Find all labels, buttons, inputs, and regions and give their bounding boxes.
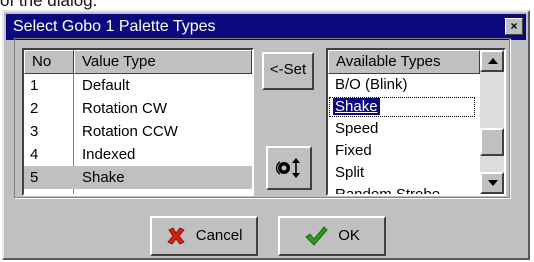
table-row[interactable]: 1 Default [24, 74, 252, 97]
column-header-value-type[interactable]: Value Type [74, 50, 252, 74]
dialog-title: Select Gobo 1 Palette Types [13, 18, 216, 35]
red-x-icon [166, 227, 185, 245]
swap-order-icon [275, 158, 300, 178]
list-item-highlighted[interactable]: Shake [328, 96, 476, 118]
row-value-type: Shake [82, 169, 125, 186]
ok-button[interactable]: OK [278, 216, 386, 256]
set-button-label: <-Set [269, 61, 307, 78]
title-bar[interactable]: Select Gobo 1 Palette Types × [6, 14, 526, 40]
list-item[interactable]: Random Strobe [328, 184, 476, 194]
scroll-thumb[interactable] [480, 128, 504, 156]
table-row[interactable]: 3 Rotation CCW [24, 120, 252, 143]
available-types-list[interactable]: Available Types B/O (Blink) Shake Speed … [326, 48, 506, 196]
row-number: 5 [30, 169, 39, 186]
vertical-scrollbar[interactable] [480, 50, 504, 194]
scroll-up-button[interactable] [480, 50, 504, 72]
value-types-list[interactable]: No Value Type 1 Default 2 Rotation CW 3 … [22, 48, 254, 196]
row-number: 3 [30, 123, 39, 140]
green-check-icon [305, 226, 328, 246]
row-number: 1 [30, 77, 39, 94]
column-header-no[interactable]: No [24, 50, 74, 74]
background-caption: of the dialog. [0, 0, 534, 10]
list-item[interactable]: B/O (Blink) [328, 74, 476, 96]
table-row[interactable]: 4 Indexed [24, 143, 252, 166]
row-value-type: Rotation CW [82, 100, 168, 117]
close-button[interactable]: × [505, 18, 523, 35]
row-value-type: Rotation CCW [82, 123, 178, 140]
row-value-type: Indexed [82, 146, 136, 163]
table-row-selected[interactable]: 5 Shake [24, 166, 252, 189]
cancel-button[interactable]: Cancel [150, 216, 258, 256]
row-number: 4 [30, 146, 39, 163]
cancel-button-label: Cancel [195, 227, 243, 245]
row-value-type: Default [82, 77, 130, 94]
list-item[interactable]: Split [328, 162, 476, 184]
scroll-down-button[interactable] [480, 172, 504, 194]
scroll-up-arrow-icon [488, 58, 498, 64]
list-item[interactable]: Speed [328, 118, 476, 140]
scroll-down-arrow-icon [488, 180, 498, 186]
caption-text: of the dialog. [0, 0, 98, 10]
list-item[interactable]: Fixed [328, 140, 476, 162]
row-number: 2 [30, 100, 39, 117]
column-header-available-types[interactable]: Available Types [328, 50, 480, 74]
ok-button-label: OK [338, 227, 360, 245]
close-icon: × [510, 19, 518, 33]
table-row[interactable]: 2 Rotation CW [24, 97, 252, 120]
set-button[interactable]: <-Set [262, 52, 314, 90]
swap-order-button[interactable] [266, 146, 312, 190]
